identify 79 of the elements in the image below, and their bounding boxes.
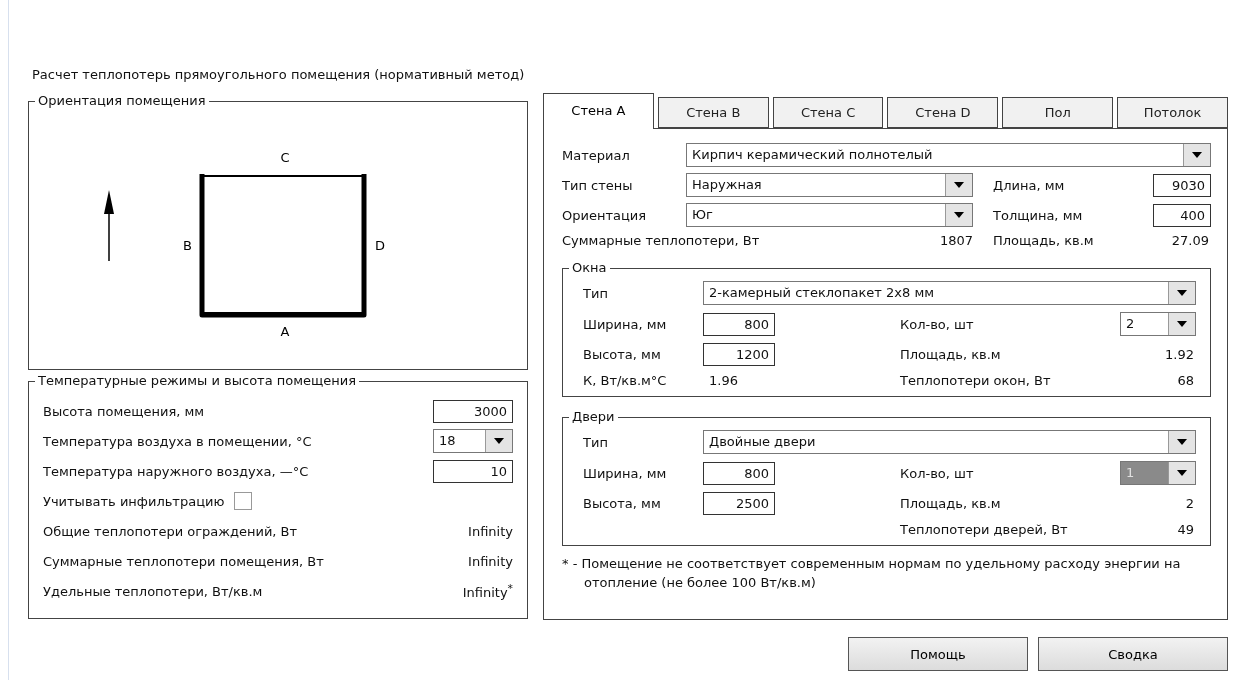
field-label: Суммарные теплопотери, Вт xyxy=(562,233,760,248)
field-label: Высота, мм xyxy=(583,496,662,511)
field-label: Ориентация xyxy=(562,207,648,223)
field-label: Ширина, мм xyxy=(583,316,668,332)
wall-label: B xyxy=(183,238,192,253)
value-text: 1.96 xyxy=(708,373,739,388)
button[interactable]: Сводка xyxy=(1038,637,1228,671)
value-text: Infinity xyxy=(468,553,513,569)
value-text: 27.09 xyxy=(1170,233,1210,248)
caret-icon xyxy=(1192,152,1202,158)
dropdown[interactable]: Кирпич керамический полнотелый xyxy=(686,143,1211,167)
footnote-text: * - Помещение не соответствует современным нормам по удельному расходу энергии на отопление (не более 100 Вт/кв.м) xyxy=(562,555,1182,592)
field-label: Температура наружного воздуха, —°C xyxy=(43,463,309,479)
field-label: Тип xyxy=(583,434,609,450)
value-text: 49 xyxy=(1176,522,1195,537)
field-label: Суммарные теплопотери помещения, Вт xyxy=(43,553,324,569)
input-field[interactable]: 800 xyxy=(703,461,775,485)
group-title: Ориентация помещения xyxy=(35,93,209,109)
field-label: Высота, мм xyxy=(583,347,662,362)
field-label: Ширина, мм xyxy=(583,465,668,481)
value-text: 68 xyxy=(1176,373,1195,388)
field-label: Толщина, мм xyxy=(992,207,1084,223)
field-label: Теплопотери окон, Вт xyxy=(900,373,1052,388)
field-label: Длина, мм xyxy=(992,177,1066,193)
dropdown[interactable]: 2-камерный стеклопакет 2х8 мм xyxy=(703,281,1196,305)
dropdown[interactable]: Юг xyxy=(686,203,973,227)
value-text: Infinity$^{*}$ xyxy=(462,581,513,601)
input-field[interactable]: 800 xyxy=(703,312,775,336)
window-title: Расчет теплопотерь прямоугольного помещения (нормативный метод) xyxy=(32,66,526,84)
dropdown[interactable]: Двойные двери xyxy=(703,430,1196,454)
field-label: Кол-во, шт xyxy=(900,465,975,481)
input-field[interactable]: 9030 xyxy=(1153,173,1211,197)
input-field[interactable]: 400 xyxy=(1153,203,1211,227)
dropdown[interactable]: 18 xyxy=(433,429,513,453)
tab[interactable]: Стена B xyxy=(657,97,769,128)
field-label: Площадь, кв.м xyxy=(900,496,1002,511)
tab[interactable]: Стена D xyxy=(887,97,999,128)
value-text: 1.92 xyxy=(1164,347,1195,362)
field-label: Удельные теплопотери, Вт/кв.м xyxy=(43,583,263,599)
input-field[interactable]: 3000 xyxy=(433,399,513,423)
tab[interactable]: Стена A xyxy=(543,93,654,129)
tab[interactable]: Потолок xyxy=(1117,97,1228,128)
field-label: Площадь, кв.м xyxy=(900,347,1002,362)
dropdown[interactable]: Наружная xyxy=(686,173,973,197)
caret-icon xyxy=(1177,321,1187,327)
checkbox[interactable] xyxy=(234,492,253,510)
field-label: Общие теплопотери ограждений, Вт xyxy=(43,523,298,539)
value-text: 1807 xyxy=(939,233,973,248)
field-label: Кол-во, шт xyxy=(900,316,975,332)
wall-label: A xyxy=(280,324,290,339)
field-label: Тип стены xyxy=(562,177,634,193)
field-label: Площадь, кв.м xyxy=(992,233,1095,248)
caret-icon xyxy=(1177,470,1187,476)
field-label: Высота помещения, мм xyxy=(43,403,205,419)
dropdown[interactable]: 2 xyxy=(1120,312,1196,336)
group-title: Температурные режимы и высота помещения xyxy=(35,373,360,389)
value-text: 2 xyxy=(1184,496,1195,511)
field-label: Материал xyxy=(562,147,631,163)
value-text: Infinity xyxy=(468,523,513,539)
field-label: Тип xyxy=(583,285,609,301)
wall-label: C xyxy=(280,150,290,165)
field-label: Учитывать инфильтрацию xyxy=(43,493,225,509)
wall-label: D xyxy=(375,238,385,253)
field-label: К, Вт/кв.м°C xyxy=(583,373,668,388)
arrow-icon xyxy=(104,190,114,262)
field-label: Теплопотери дверей, Вт xyxy=(900,522,1069,537)
caret-icon xyxy=(954,182,964,188)
button[interactable]: Помощь xyxy=(848,637,1028,671)
field-label: Температура воздуха в помещении, °C xyxy=(43,433,312,449)
caret-icon xyxy=(494,438,504,444)
group-title: Двери xyxy=(569,409,618,425)
input-field[interactable]: 1200 xyxy=(703,343,775,366)
tab[interactable]: Стена C xyxy=(772,97,884,128)
caret-icon xyxy=(954,212,964,218)
tab[interactable]: Пол xyxy=(1002,97,1114,128)
caret-icon xyxy=(1177,290,1187,296)
input-field[interactable]: 10 xyxy=(433,459,513,483)
input-field[interactable]: 2500 xyxy=(703,492,775,515)
caret-icon xyxy=(1177,439,1187,445)
